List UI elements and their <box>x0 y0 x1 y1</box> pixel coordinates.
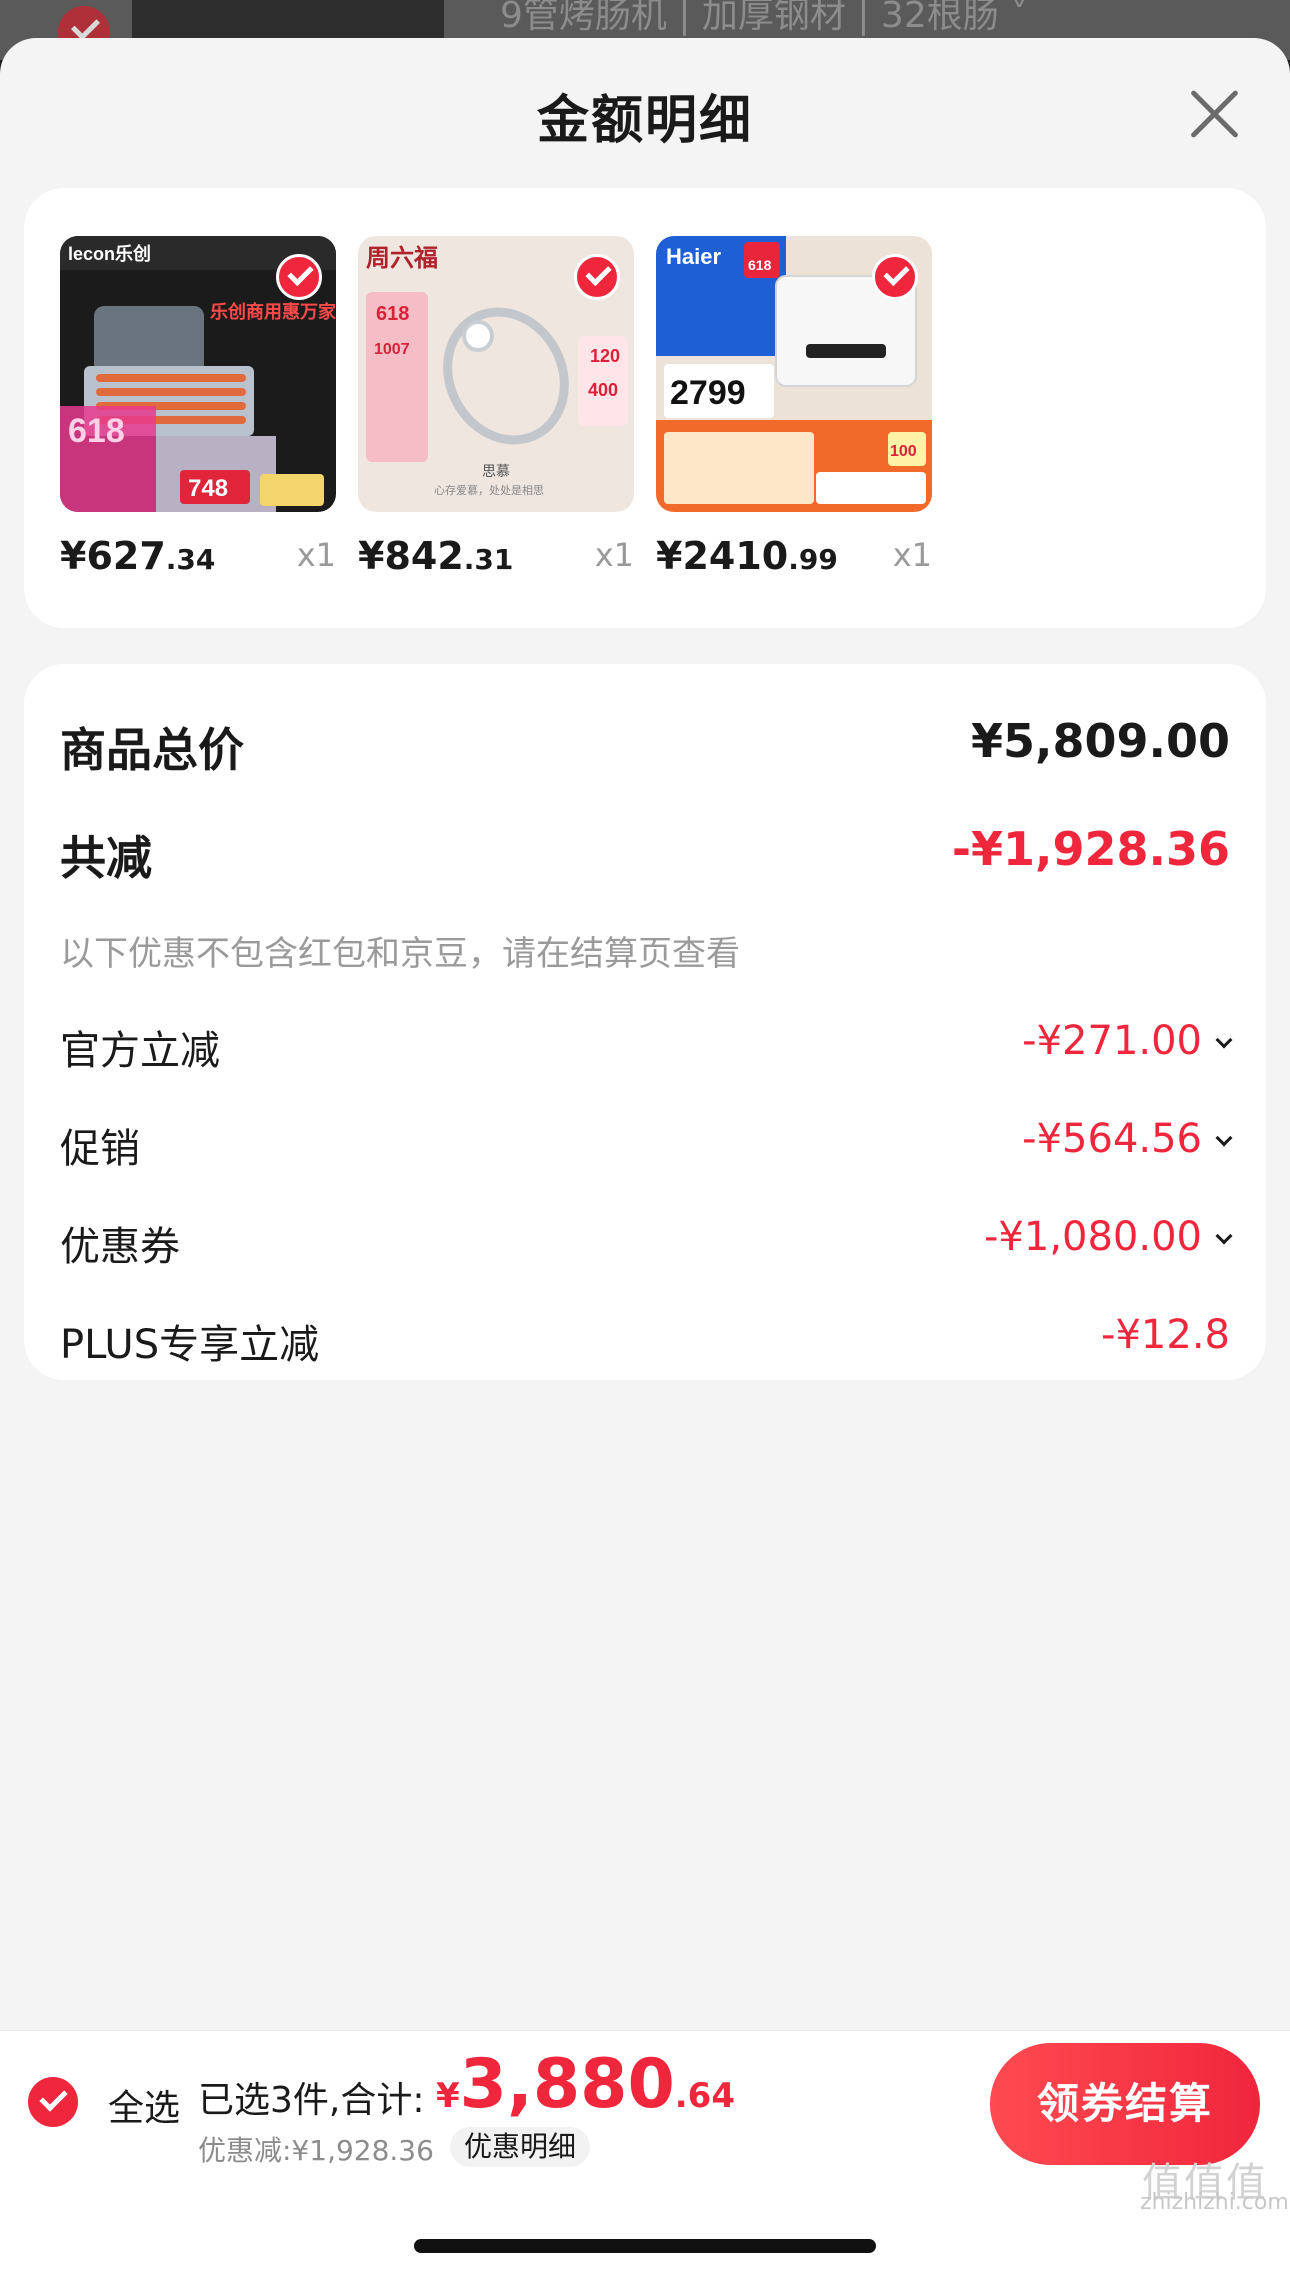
product-quantity: x1 <box>892 536 932 574</box>
discount-detail-link[interactable]: 优惠明细 <box>450 2127 591 2167</box>
product-thumb-price: 1007 <box>374 341 410 358</box>
price-breakdown: 商品总价 ¥5,809.00 共减 -¥1,928.36 以下优惠不包含红包和京… <box>24 664 1266 1380</box>
total-reduction-label: 共减 <box>60 831 152 885</box>
product-thumbnail: lecon乐创 乐创商用惠万家 618 748 <box>60 236 336 512</box>
product-thumb-subcaption: 心存爱慕，处处是相思 <box>434 483 544 497</box>
select-all-label[interactable]: 全选 <box>108 2079 180 2131</box>
discount-value: -¥271.00 <box>1022 1018 1202 1064</box>
product-thumb-price: 2799 <box>670 374 746 412</box>
product-price: ¥2410.99 <box>656 534 838 578</box>
product-selected-check-icon[interactable] <box>872 254 918 300</box>
svg-text:120: 120 <box>590 346 620 366</box>
svg-text:400: 400 <box>588 380 618 400</box>
product-thumb-price: 748 <box>188 475 228 502</box>
background-product-spec: 9管烤肠机 | 加厚钢材 | 32根肠 ˅ <box>500 0 1029 36</box>
discount-label: 促销 <box>60 1126 140 1172</box>
discount-label: 官方立减 <box>60 1028 220 1074</box>
product-thumb-logo: 周六福 <box>366 243 438 272</box>
product-price: ¥627.34 <box>60 534 216 578</box>
sheet-title: 金额明细 <box>536 91 753 151</box>
product-thumb-badge: 618 <box>376 303 409 325</box>
product-thumbnail: 周六福 618 1007 120 400 思慕 心存爱慕，处处是相思 <box>358 236 634 512</box>
product-item[interactable]: lecon乐创 乐创商用惠万家 618 748 ¥627.34 x1 <box>60 236 336 584</box>
product-thumb-caption: 思慕 <box>482 464 510 480</box>
product-thumb-badge: 618 <box>748 257 772 273</box>
discount-value: -¥564.56 <box>1022 1116 1202 1162</box>
selection-summary: 已选3件,合计: <box>198 2080 425 2121</box>
product-thumb-badge: 618 <box>68 412 125 450</box>
chevron-down-icon[interactable] <box>1215 1227 1233 1245</box>
product-thumb-logo: lecon乐创 <box>68 243 151 264</box>
product-thumb-extra: 100 <box>890 443 917 460</box>
discount-value: -¥12.8 <box>1101 1312 1230 1358</box>
product-price: ¥842.31 <box>358 534 514 578</box>
product-thumbnail: Haier 618 2799 100 <box>656 236 932 512</box>
discount-amount: 优惠减:¥1,928.36 <box>198 2134 434 2167</box>
home-indicator[interactable] <box>414 2239 876 2253</box>
product-thumb-headline: 乐创商用惠万家 <box>210 301 336 323</box>
close-icon[interactable] <box>1186 86 1242 142</box>
product-item[interactable]: 周六福 618 1007 120 400 思慕 心存爱慕，处处是相思 ¥842.… <box>358 236 634 584</box>
chevron-down-icon[interactable] <box>1215 1031 1233 1049</box>
product-selected-check-icon[interactable] <box>276 254 322 300</box>
product-item[interactable]: Haier 618 2799 100 ¥2410.99 x1 <box>656 236 932 584</box>
watermark-url: zhizhizhi.com <box>1140 2190 1289 2215</box>
discount-label: PLUS专享立减 <box>60 1322 320 1368</box>
checkout-bar: 全选 已选3件,合计: ¥3,880.64 优惠减:¥1,928.36 优惠明细… <box>0 2030 1290 2276</box>
product-quantity: x1 <box>594 536 634 574</box>
total-price-value: ¥5,809.00 <box>971 714 1230 768</box>
order-total: ¥3,880.64 <box>436 2045 735 2124</box>
discount-value: -¥1,080.00 <box>983 1214 1202 1260</box>
discount-note: 以下优惠不包含红包和京豆，请在结算页查看 <box>60 934 740 974</box>
total-reduction-value: -¥1,928.36 <box>951 822 1230 876</box>
select-all-check-icon[interactable] <box>28 2077 78 2127</box>
product-quantity: x1 <box>296 536 336 574</box>
product-strip: lecon乐创 乐创商用惠万家 618 748 ¥627.34 x1 周六福 6… <box>24 188 1266 628</box>
discount-label: 优惠券 <box>60 1224 180 1270</box>
checkout-button[interactable]: 领券结算 <box>990 2043 1260 2165</box>
chevron-down-icon[interactable] <box>1215 1129 1233 1147</box>
product-selected-check-icon[interactable] <box>574 254 620 300</box>
amount-detail-sheet: 金额明细 lecon乐创 乐创商用惠万家 618 748 ¥627.34 x1 … <box>0 38 1290 2276</box>
product-thumb-logo: Haier <box>666 244 721 269</box>
total-price-label: 商品总价 <box>60 723 244 777</box>
